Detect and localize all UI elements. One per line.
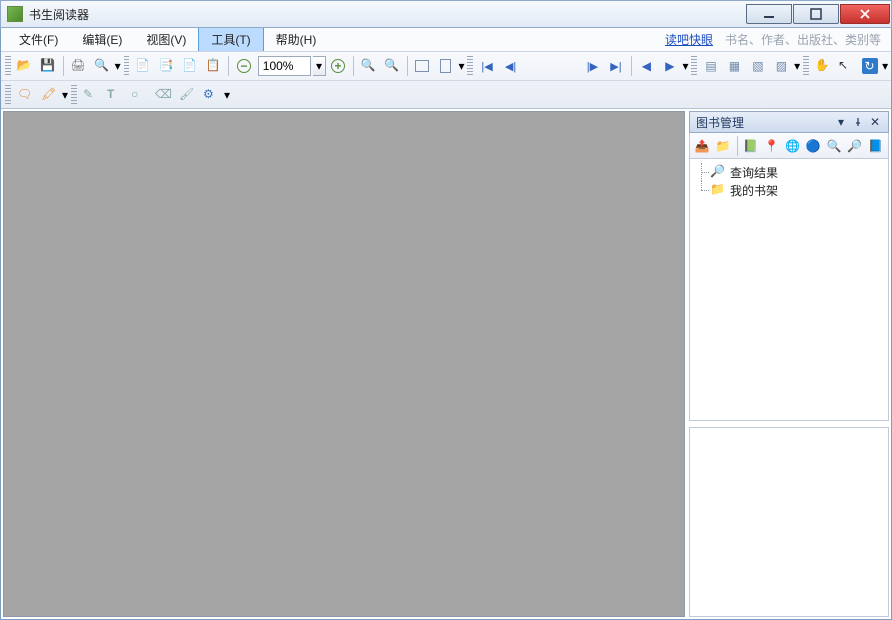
search-button[interactable]: 🔍 [91,55,112,77]
app-icon [7,6,23,22]
grip-icon[interactable] [124,56,130,76]
toolbar-main: 📂 💾 🖨 🔍 ▾ 📄 📑 📄 📋 − 100% ▾ + 🔍 🔍 ▾ | [1,52,891,80]
document-area [3,111,685,617]
first-page-button[interactable]: |◀ [476,55,497,77]
last-page-button[interactable]: ▶| [605,55,626,77]
prev-page-button[interactable]: ◀ [636,55,657,77]
grip-icon[interactable] [691,56,697,76]
panel-header: 图书管理 ▾ ✕ [689,111,889,133]
layout-contfacing-button[interactable]: ▨ [771,55,792,77]
fit-width-button[interactable] [412,55,433,77]
grip-icon[interactable] [467,56,473,76]
folder-button[interactable]: 📁 [714,136,733,156]
next-file-button[interactable]: |▶ [582,55,603,77]
copy-button[interactable]: 📋 [203,55,224,77]
menu-edit[interactable]: 编辑(E) [70,28,134,51]
toolbar-dropdown-2[interactable]: ▾ [458,59,466,73]
fit-page-button[interactable] [435,55,456,77]
tree-item-my-shelf[interactable]: 📁 我的书架 [692,181,886,199]
eraser-button[interactable]: ⌫ [152,84,174,106]
page2-button[interactable]: 📄 [179,55,200,77]
save-button[interactable]: 💾 [37,55,58,77]
hand-tool-button[interactable]: ✋ [812,55,833,77]
zoom-out-button[interactable]: − [233,55,254,77]
window-title: 书生阅读器 [29,6,746,23]
layout-cont-button[interactable]: ▦ [724,55,745,77]
highlight-button[interactable]: 🖍 [38,84,60,106]
grip-icon[interactable] [5,85,11,105]
close-button[interactable] [840,4,890,24]
pages-button[interactable]: 📑 [156,55,177,77]
new-page-button[interactable]: 📄 [132,55,153,77]
globe-button[interactable]: 🔵 [804,136,823,156]
zoom-in-button[interactable]: + [327,55,348,77]
find-doc-button[interactable]: 🔎 [845,136,864,156]
find-book-button[interactable]: 📘 [866,136,885,156]
brush-button[interactable]: 🖌 [176,84,198,106]
toolbar-dropdown-1[interactable]: ▾ [114,59,122,73]
grip-icon[interactable] [71,85,77,105]
toolbar-dropdown-7[interactable]: ▾ [223,88,231,102]
print-button[interactable]: 🖨 [68,55,89,77]
text-button[interactable]: T [104,84,126,106]
zoomout-tool-button[interactable]: 🔍 [381,55,402,77]
menu-help[interactable]: 帮助(H) [264,28,329,51]
layout-single-button[interactable]: ▤ [700,55,721,77]
menubar: 文件(F) 编辑(E) 视图(V) 工具(T) 帮助(H) 读吧快眼 书名、作者… [1,28,891,52]
pen-button[interactable]: ✎ [80,84,102,106]
menu-view[interactable]: 视图(V) [134,28,198,51]
maximize-button[interactable] [793,4,839,24]
export-button[interactable]: 📤 [693,136,712,156]
grip-icon[interactable] [5,56,11,76]
titlebar: 书生阅读器 [0,0,892,28]
tree-item-search-results[interactable]: 🔎 查询结果 [692,163,886,181]
link-duba[interactable]: 读吧快眼 [665,28,713,51]
zoom-input[interactable]: 100% [258,56,311,76]
refresh-button[interactable]: ↻ [859,55,880,77]
library-tree[interactable]: 🔎 查询结果 📁 我的书架 [689,159,889,421]
web-button[interactable]: 🌐 [783,136,802,156]
grip-icon[interactable] [803,56,809,76]
toolbar-dropdown-6[interactable]: ▾ [61,88,69,102]
menu-file[interactable]: 文件(F) [7,28,70,51]
locate-button[interactable]: 📍 [762,136,781,156]
minimize-button[interactable] [746,4,792,24]
tree-label: 我的书架 [730,182,778,199]
shape-button[interactable]: ○ [128,84,150,106]
layout-facing-button[interactable]: ▧ [747,55,768,77]
panel-toolbar: 📤 📁 📗 📍 🌐 🔵 🔍 🔎 📘 [689,133,889,159]
prev-file-button[interactable]: ◀| [500,55,521,77]
find-button[interactable]: 🔍 [825,136,844,156]
settings-button[interactable]: ⚙ [200,84,222,106]
note-button[interactable]: 🗨 [14,84,36,106]
next-page-button[interactable]: ▶ [659,55,680,77]
doc-search-icon: 🔎 [710,164,726,180]
tree-label: 查询结果 [730,164,778,181]
open-button[interactable]: 📂 [14,55,35,77]
toolbar-annotation: 🗨 🖍 ▾ ✎ T ○ ⌫ 🖌 ⚙ ▾ [1,80,891,108]
panel-dropdown-button[interactable]: ▾ [834,115,848,129]
panel-title: 图书管理 [696,114,744,131]
toolbar-dropdown-4[interactable]: ▾ [793,59,801,73]
panel-close-button[interactable]: ✕ [868,115,882,129]
zoom-dropdown[interactable]: ▾ [313,56,327,76]
preview-pane [689,427,889,617]
zoomin-tool-button[interactable]: 🔍 [358,55,379,77]
toolbar-dropdown-5[interactable]: ▾ [881,59,889,73]
folder-icon: 📁 [710,182,726,198]
panel-pin-button[interactable] [851,115,865,129]
book-button[interactable]: 📗 [742,136,761,156]
menu-tools[interactable]: 工具(T) [198,28,263,51]
toolbar-dropdown-3[interactable]: ▾ [682,59,690,73]
search-hint[interactable]: 书名、作者、出版社、类别等 [725,28,885,51]
pointer-tool-button[interactable]: ↖ [835,55,856,77]
